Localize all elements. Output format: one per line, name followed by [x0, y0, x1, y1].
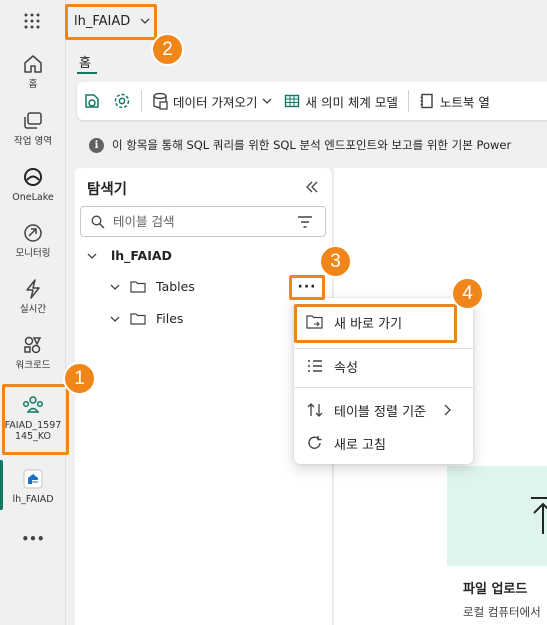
sort-icon — [307, 403, 323, 417]
chevron-down-icon — [140, 18, 150, 24]
table-search-box[interactable] — [80, 206, 326, 237]
menu-divider — [294, 387, 473, 388]
database-icon — [153, 92, 168, 110]
open-notebook-button[interactable]: 노트북 열 — [413, 92, 496, 111]
table-search-input[interactable] — [113, 214, 293, 229]
settings-button[interactable] — [107, 92, 137, 110]
tree-item-tables[interactable]: Tables — [110, 279, 195, 294]
rail-item-label: lh_FAIAD — [12, 494, 54, 505]
tree-item-files[interactable]: Files — [110, 311, 183, 326]
refresh-icon — [308, 436, 322, 449]
folder-link-icon — [306, 315, 323, 329]
gear-icon — [114, 93, 130, 109]
tree-root-label: lh_FAIAD — [111, 248, 172, 263]
chevron-down-icon — [263, 98, 272, 104]
tree-item-label: Tables — [156, 279, 195, 294]
info-icon: i — [89, 137, 104, 153]
ribbon-toolbar: 데이터 가져오기 새 의미 체계 모델 노트북 열 — [77, 82, 547, 120]
table-icon — [285, 94, 300, 108]
rail-item-label: 워크로드 — [15, 360, 51, 371]
left-rail: 홈 작업 영역 OneLake 모니터링 실시간 워크로드 FAIAD_1597… — [0, 0, 66, 625]
new-semantic-model-button[interactable]: 새 의미 체계 모델 — [278, 92, 403, 111]
menu-item-new-shortcut[interactable]: 새 바로 가기 — [294, 306, 473, 338]
more-options-button[interactable]: ··· — [290, 275, 324, 299]
chevron-down-icon — [110, 284, 120, 290]
callout-badge-2: 2 — [151, 33, 184, 66]
get-data-label: 데이터 가져오기 — [173, 94, 258, 110]
upload-files-subtitle: 로컬 컴퓨터에서 — [463, 605, 541, 619]
tree-root-lakehouse[interactable]: lh_FAIAD — [87, 248, 172, 263]
context-menu: 새 바로 가기 속성 테이블 정렬 기준 새로 고침 — [294, 298, 473, 464]
lakehouse-icon — [23, 469, 43, 489]
info-text: 이 항목을 통해 SQL 쿼리를 위한 SQL 분석 엔드포인트와 보고를 위한… — [112, 138, 512, 152]
workloads-icon — [24, 336, 42, 354]
rail-item-label: OneLake — [12, 192, 54, 203]
rail-item-label: 작업 영역 — [14, 136, 52, 147]
menu-item-sort-tables[interactable]: 테이블 정렬 기준 — [294, 394, 473, 426]
info-bar: i 이 항목을 통해 SQL 쿼리를 위한 SQL 분석 엔드포인트와 보고를 … — [77, 131, 547, 159]
more-icon[interactable]: ••• — [0, 532, 66, 546]
explorer-title: 탐색기 — [87, 182, 128, 198]
tab-home-underline — [77, 72, 97, 74]
rail-item-label: 홈 — [28, 79, 38, 90]
ribbon-divider — [141, 90, 142, 112]
notebook-icon — [420, 93, 433, 109]
rail-item-lakehouse[interactable]: lh_FAIAD — [0, 467, 66, 505]
menu-item-label: 새 바로 가기 — [334, 316, 403, 332]
filter-icon[interactable] — [297, 216, 313, 228]
rail-item-label: 모니터링 — [15, 248, 51, 259]
workspaces-icon — [24, 112, 42, 129]
get-data-button[interactable]: 데이터 가져오기 — [146, 92, 278, 111]
upload-files-title[interactable]: 파일 업로드 — [463, 578, 527, 597]
rail-item-realtime[interactable]: 실시간 — [0, 277, 66, 315]
rail-item-label: 실시간 — [19, 304, 47, 315]
folder-icon — [130, 281, 146, 293]
tree-item-label: Files — [156, 311, 184, 326]
app-launcher-icon[interactable] — [22, 11, 42, 31]
monitor-icon — [24, 224, 42, 242]
menu-item-properties[interactable]: 속성 — [294, 350, 473, 382]
rail-item-monitor[interactable]: 모니터링 — [0, 221, 66, 259]
chevron-down-icon — [110, 316, 120, 322]
workspace-switcher[interactable]: lh_FAIAD — [66, 4, 150, 38]
menu-item-label: 테이블 정렬 기준 — [334, 404, 426, 420]
ribbon-divider — [407, 90, 409, 112]
rail-item-label-line2: 145_KO — [14, 431, 52, 442]
chevron-down-icon — [87, 253, 97, 259]
folder-icon — [130, 313, 146, 325]
menu-item-label: 속성 — [334, 360, 358, 376]
rail-item-label-line1: FAIAD_1597 — [4, 420, 62, 431]
tab-home[interactable]: 홈 — [79, 52, 91, 71]
callout-badge-1: 1 — [63, 362, 96, 395]
open-notebook-label: 노트북 열 — [439, 94, 490, 110]
rail-item-home[interactable]: 홈 — [0, 52, 66, 90]
chevron-right-icon — [444, 404, 451, 416]
collapse-panel-icon[interactable] — [305, 180, 319, 194]
workspace-people-icon — [22, 396, 44, 413]
search-icon — [91, 215, 105, 228]
workspace-name: lh_FAIAD — [74, 13, 131, 29]
realtime-icon — [26, 279, 40, 299]
rail-item-onelake[interactable]: OneLake — [0, 165, 66, 203]
upload-arrow-icon — [531, 497, 547, 534]
refresh-data-button[interactable] — [77, 92, 107, 110]
menu-divider — [294, 348, 473, 349]
new-semantic-model-label: 새 의미 체계 모델 — [305, 94, 398, 110]
rail-item-workspace-faiad[interactable]: FAIAD_1597 145_KO — [0, 393, 66, 442]
onelake-icon — [24, 168, 42, 186]
callout-badge-3: 3 — [319, 245, 352, 278]
rail-item-workspaces[interactable]: 작업 영역 — [0, 109, 66, 147]
properties-icon — [308, 360, 322, 372]
callout-badge-4: 4 — [451, 277, 484, 310]
upload-files-tile[interactable] — [447, 466, 547, 566]
refresh-data-icon — [85, 94, 99, 108]
home-icon — [24, 55, 42, 73]
menu-item-label: 새로 고침 — [334, 437, 386, 453]
menu-item-refresh[interactable]: 새로 고침 — [294, 427, 473, 459]
rail-item-workloads[interactable]: 워크로드 — [0, 333, 66, 371]
